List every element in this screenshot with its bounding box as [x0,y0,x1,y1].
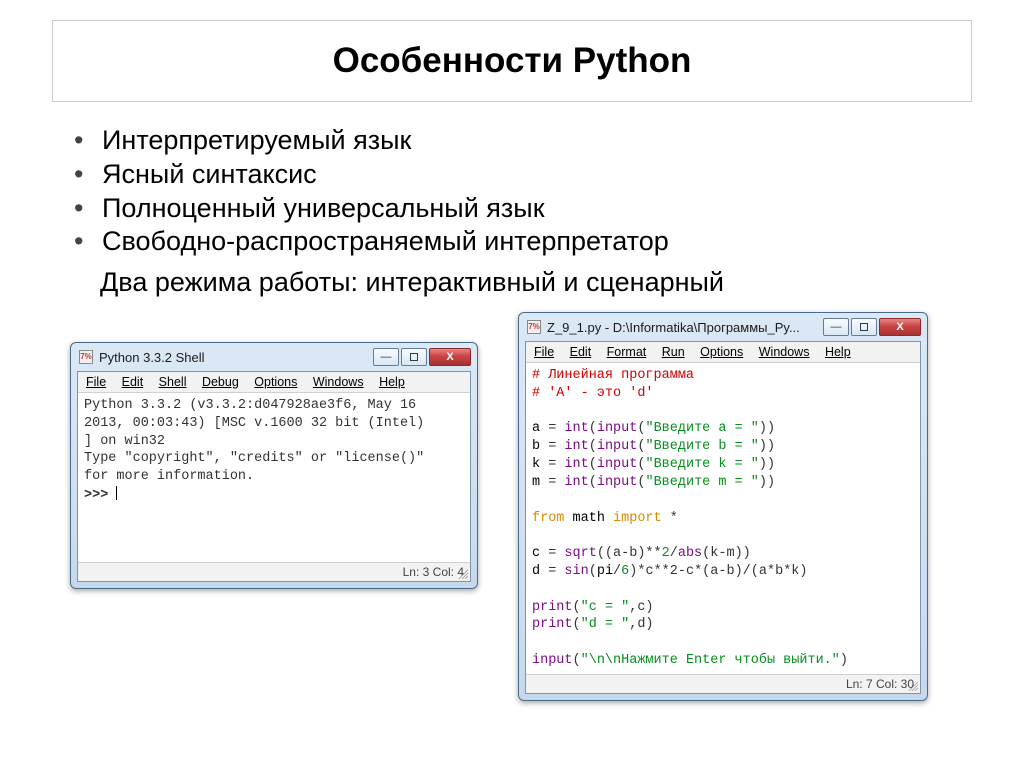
menu-edit[interactable]: Edit [570,345,592,359]
menu-options[interactable]: Options [700,345,743,359]
bullet-item: Ясный синтаксис [68,158,972,192]
menu-run[interactable]: Run [662,345,685,359]
tk-icon: 7​% [527,320,541,334]
menu-help[interactable]: Help [825,345,851,359]
slide-title-box: Особенности Python [52,20,972,102]
menubar: File Edit Shell Debug Options Windows He… [78,372,470,393]
maximize-icon [410,353,418,361]
python-shell-window: 7​% Python 3.3.2 Shell — Х File Edit She… [70,342,478,589]
bullet-item: Интерпретируемый язык [68,124,972,158]
maximize-icon [860,323,868,331]
close-button[interactable]: Х [429,348,471,366]
menubar: File Edit Format Run Options Windows Hel… [526,342,920,363]
window-title: Z_9_1.py - D:\Informatika\Программы_Py..… [547,320,821,335]
menu-file[interactable]: File [534,345,554,359]
tk-icon: 7​% [79,350,93,364]
titlebar[interactable]: 7​% Z_9_1.py - D:\Informatika\Программы_… [519,313,927,341]
resize-grip-icon[interactable] [456,567,468,579]
statusbar: Ln: 3 Col: 4 [78,562,470,581]
maximize-button[interactable] [401,348,427,366]
maximize-button[interactable] [851,318,877,336]
bullet-item: Свободно-распространяемый интерпретатор [68,225,972,259]
close-button[interactable]: Х [879,318,921,336]
bullet-item: Полноценный универсальный язык [68,192,972,226]
menu-shell[interactable]: Shell [159,375,187,389]
window-title: Python 3.3.2 Shell [99,350,371,365]
statusbar: Ln: 7 Col: 30 [526,674,920,693]
status-text: Ln: 7 Col: 30 [846,677,914,691]
minimize-button[interactable]: — [823,318,849,336]
cursor-icon [116,486,117,500]
menu-debug[interactable]: Debug [202,375,239,389]
menu-file[interactable]: File [86,375,106,389]
slide-title: Особенности Python [63,41,961,81]
feature-bullets: Интерпретируемый язык Ясный синтаксис По… [68,124,972,259]
menu-edit[interactable]: Edit [122,375,144,389]
resize-grip-icon[interactable] [906,679,918,691]
menu-options[interactable]: Options [254,375,297,389]
menu-format[interactable]: Format [607,345,647,359]
minimize-button[interactable]: — [373,348,399,366]
python-editor-window: 7​% Z_9_1.py - D:\Informatika\Программы_… [518,312,928,701]
menu-help[interactable]: Help [379,375,405,389]
editor-content[interactable]: # Линейная программа # 'A' - это 'd' a =… [526,363,920,674]
menu-windows[interactable]: Windows [759,345,810,359]
modes-subtitle: Два режима работы: интерактивный и сцена… [100,267,972,298]
status-text: Ln: 3 Col: 4 [403,565,464,579]
shell-content[interactable]: Python 3.3.2 (v3.3.2:d047928ae3f6, May 1… [78,393,470,562]
menu-windows[interactable]: Windows [313,375,364,389]
titlebar[interactable]: 7​% Python 3.3.2 Shell — Х [71,343,477,371]
